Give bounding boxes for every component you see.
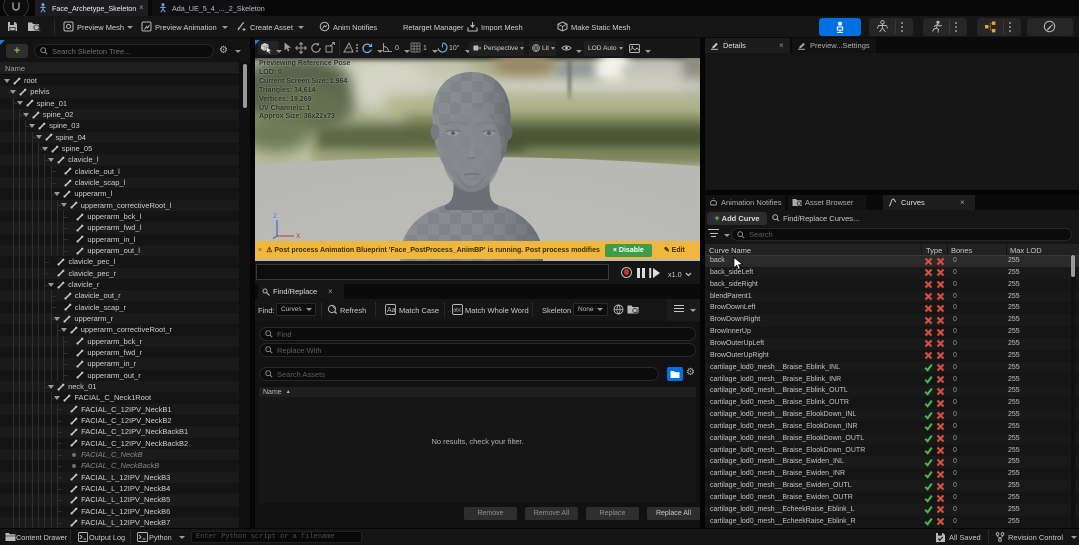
- svg-text:abc: abc: [453, 308, 462, 314]
- svg-text:X: X: [296, 233, 301, 240]
- svg-text:Aa: Aa: [387, 307, 396, 314]
- svg-text:Z: Z: [273, 213, 277, 220]
